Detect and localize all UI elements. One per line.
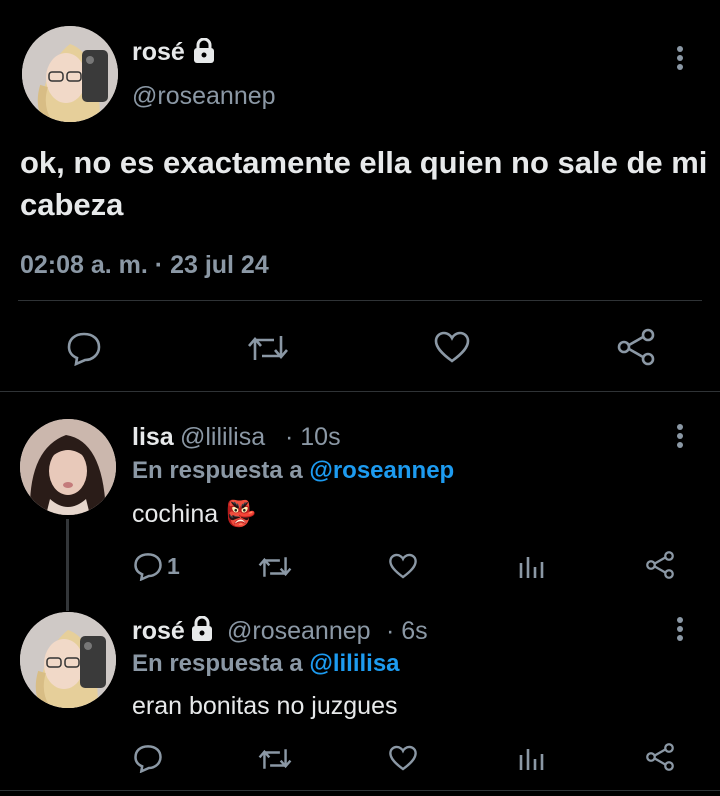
like-icon[interactable] — [433, 330, 471, 364]
more-icon[interactable] — [677, 617, 683, 647]
divider — [0, 790, 720, 791]
like-icon[interactable] — [388, 552, 418, 580]
share-icon[interactable] — [645, 550, 675, 580]
lock-icon — [190, 616, 214, 642]
reply-target-link[interactable]: @lililisa — [309, 650, 399, 677]
reply-icon[interactable] — [133, 551, 163, 581]
retweet-icon[interactable] — [257, 746, 293, 772]
reply-time: · 10s — [285, 423, 341, 451]
divider — [18, 300, 702, 301]
share-icon[interactable] — [616, 328, 656, 366]
tweet-timestamp[interactable]: 02:08 a. m. · 23 jul 24 — [20, 251, 269, 280]
author-handle[interactable]: @roseannep — [132, 82, 276, 111]
reply-target-link[interactable]: @roseannep — [309, 457, 454, 484]
avatar-lisa[interactable] — [20, 419, 116, 515]
reply-icon[interactable] — [66, 330, 102, 366]
reply-context: En respuesta a @lililisa — [132, 650, 400, 677]
author-name[interactable]: rosé — [132, 38, 185, 67]
avatar-rose[interactable] — [20, 612, 116, 708]
more-icon[interactable] — [677, 46, 683, 76]
author-handle[interactable]: @roseannep — [227, 617, 371, 646]
reply-count: 1 — [167, 553, 180, 579]
author-handle[interactable]: @lililisa — [180, 423, 265, 452]
like-icon[interactable] — [388, 744, 418, 772]
retweet-icon[interactable] — [246, 332, 290, 364]
analytics-icon[interactable] — [518, 745, 544, 771]
reply-context: En respuesta a @roseannep — [132, 457, 455, 484]
tweet-text: ok, no es exactamente ella quien no sale… — [20, 145, 708, 222]
avatar-rose[interactable] — [22, 26, 118, 122]
thread-connector — [66, 519, 69, 611]
more-icon[interactable] — [677, 424, 683, 454]
author-name[interactable]: lisa — [132, 423, 174, 452]
reply-text: cochina 👺 — [132, 500, 257, 528]
retweet-icon[interactable] — [257, 554, 293, 580]
analytics-icon[interactable] — [518, 553, 544, 579]
reply-time: · 6s — [386, 617, 428, 645]
tengu-emoji: 👺 — [225, 500, 257, 528]
share-icon[interactable] — [645, 742, 675, 772]
divider — [0, 391, 720, 392]
lock-icon — [192, 38, 216, 64]
reply-icon[interactable] — [133, 743, 163, 773]
reply-text: eran bonitas no juzgues — [132, 692, 398, 720]
author-name[interactable]: rosé — [132, 617, 185, 646]
